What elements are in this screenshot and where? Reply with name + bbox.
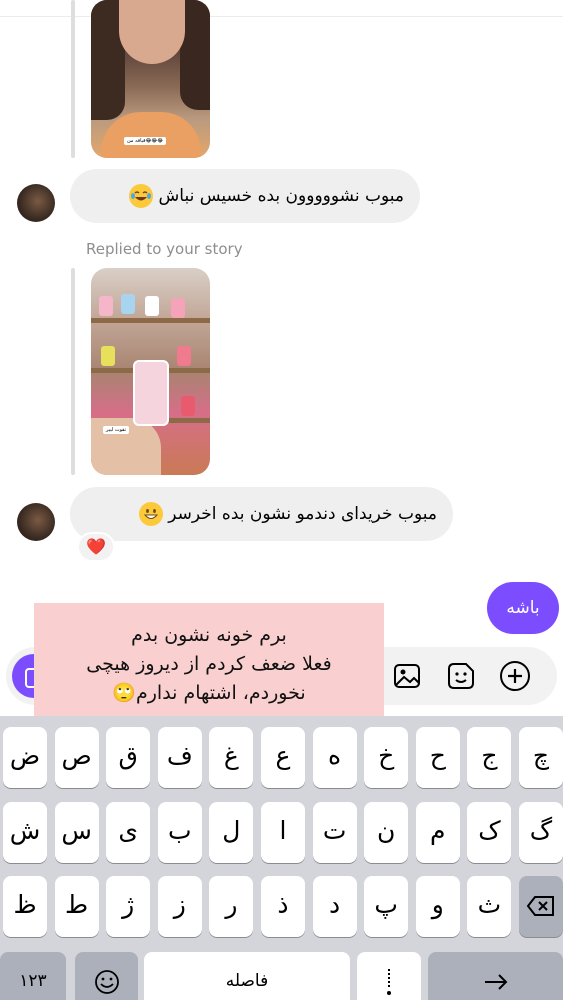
keyboard-key[interactable]: ج: [467, 727, 512, 788]
keyboard-key[interactable]: ت: [312, 802, 357, 863]
keyboard-key[interactable]: ض: [3, 727, 47, 788]
keyboard-key[interactable]: خ: [364, 727, 409, 788]
keyboard-key[interactable]: ح: [415, 727, 460, 788]
keyboard-key[interactable]: ر: [209, 876, 254, 937]
note-line: نخوردم، اشتهام ندارم🙄: [112, 682, 306, 704]
emoji-key[interactable]: [75, 952, 138, 1000]
joy-tears-emoji: [129, 184, 154, 208]
keyboard-key[interactable]: ب: [157, 802, 202, 863]
story-thumbnail[interactable]: قیافه من😂😂😂: [91, 0, 210, 158]
keyboard-key[interactable]: م: [415, 802, 460, 863]
punctuation-key[interactable]: [357, 952, 421, 1000]
gallery-icon[interactable]: [390, 659, 424, 693]
heart-reaction[interactable]: ❤️: [77, 532, 115, 562]
keyboard-key[interactable]: ژ: [106, 876, 151, 937]
story-thumbnail[interactable]: تقوت ليير: [91, 268, 210, 475]
keyboard-key[interactable]: ذ: [261, 876, 305, 937]
keyboard-key[interactable]: ه: [312, 727, 357, 788]
keyboard-key[interactable]: س: [54, 802, 99, 863]
keyboard-key[interactable]: ع: [261, 727, 305, 788]
message-bubble[interactable]: مبوب نشووووون بده خسیس نباش: [70, 169, 420, 223]
keyboard-key[interactable]: ص: [54, 727, 99, 788]
keyboard-key[interactable]: و: [415, 876, 460, 937]
keyboard-key[interactable]: ش: [3, 802, 47, 863]
keyboard-key[interactable]: ی: [106, 802, 151, 863]
message-bubble[interactable]: مبوب خریدای دندمو نشون بده اخرسر: [70, 487, 453, 541]
keyboard-key[interactable]: گ: [519, 802, 563, 863]
message-text: مبوب نشووووون بده خسیس نباش: [158, 186, 404, 206]
keyboard-key[interactable]: ک: [467, 802, 512, 863]
numbers-key[interactable]: ۱۲۳: [0, 952, 66, 1000]
reply-indicator-bar: [71, 0, 75, 158]
top-divider: [0, 16, 563, 17]
keyboard-key[interactable]: پ: [364, 876, 409, 937]
my-message-bubble[interactable]: باشه: [487, 582, 559, 634]
keyboard-key[interactable]: غ: [209, 727, 254, 788]
keyboard-key[interactable]: ط: [54, 876, 99, 937]
backspace-key[interactable]: [519, 876, 563, 937]
keyboard-key[interactable]: ف: [157, 727, 202, 788]
keyboard-key[interactable]: ث: [467, 876, 512, 937]
keyboard-key[interactable]: چ: [519, 727, 563, 788]
keyboard-key[interactable]: ل: [209, 802, 254, 863]
plus-icon[interactable]: [498, 659, 532, 693]
keyboard-key[interactable]: ا: [261, 802, 305, 863]
avatar[interactable]: [17, 503, 55, 541]
text-note-overlay: برم خونه نشون بدم فعلا ضعف کردم از دیروز…: [34, 603, 384, 723]
story-sticker-text: قیافه من😂😂😂: [124, 137, 167, 145]
note-line: فعلا ضعف کردم از دیروز هیچی: [86, 653, 332, 675]
keyboard-key[interactable]: ق: [106, 727, 151, 788]
keyboard-key[interactable]: ز: [157, 876, 202, 937]
space-key[interactable]: فاصله: [144, 952, 350, 1000]
toy-image: [133, 360, 169, 426]
keyboard-key[interactable]: د: [312, 876, 357, 937]
reply-indicator-bar: [71, 268, 75, 475]
sticker-icon[interactable]: [444, 659, 478, 693]
message-text: مبوب خریدای دندمو نشون بده اخرسر: [168, 504, 437, 524]
avatar[interactable]: [17, 184, 55, 222]
grinning-emoji: [138, 502, 163, 526]
story-sticker-text: تقوت ليير: [103, 426, 130, 434]
replied-to-story-label: Replied to your story: [86, 240, 243, 258]
note-line: برم خونه نشون بدم: [131, 624, 287, 646]
keyboard-key[interactable]: ظ: [3, 876, 47, 937]
keyboard-key[interactable]: ن: [364, 802, 409, 863]
return-key[interactable]: [428, 952, 563, 1000]
persian-keyboard: ضصقفغعهخحجچ شسیبلاتنمکگ ظطژزرذدپوث ۱۲۳ ف…: [0, 716, 563, 1000]
